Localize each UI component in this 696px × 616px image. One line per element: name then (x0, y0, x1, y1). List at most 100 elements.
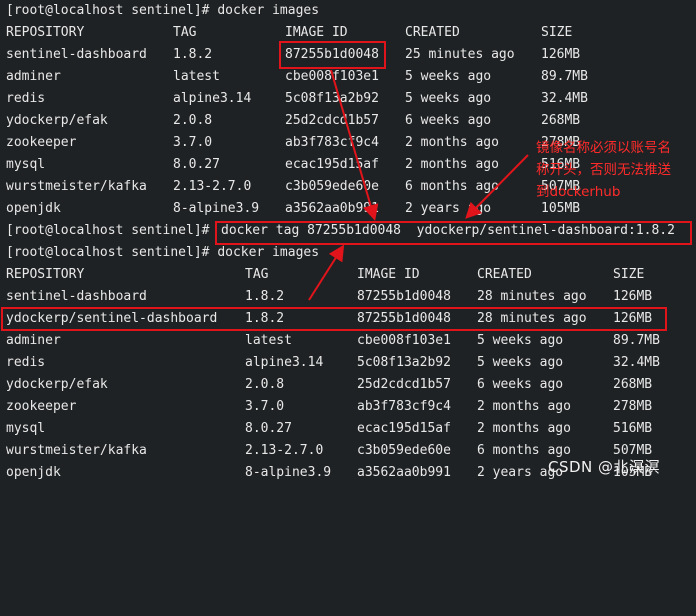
tag-cell: 8-alpine3.9 (173, 201, 260, 216)
created-cell: 2 months ago (405, 135, 499, 150)
size-cell: 32.4MB (613, 355, 660, 370)
table-row: redis alpine3.14 5c08f13a2b92 5 weeks ag… (0, 88, 588, 110)
created-cell: 6 weeks ago (405, 113, 492, 128)
tag-cell: 3.7.0 (173, 135, 213, 150)
image-id-cell: a3562aa0b991 (357, 465, 451, 480)
repository-cell: openjdk (6, 201, 61, 216)
image-id-cell: ab3f783cf9c4 (357, 399, 451, 414)
created-cell: 5 weeks ago (477, 355, 564, 370)
repository-cell: ydockerp/efak (6, 377, 108, 392)
repository-cell: redis (6, 355, 46, 370)
prompt-prefix: [root@localhost sentinel]# (6, 223, 218, 238)
tag-cell: alpine3.14 (245, 355, 324, 370)
table-row: redis alpine3.14 5c08f13a2b92 5 weeks ag… (0, 352, 660, 374)
image-id-cell: 87255b1d0048 (357, 289, 451, 304)
prompt-line-2: [root@localhost sentinel]# docker tag 87… (0, 220, 675, 242)
created-cell: 5 weeks ago (405, 69, 492, 84)
table-row: sentinel-dashboard 1.8.2 87255b1d0048 25… (0, 44, 580, 66)
image-id-cell: c3b059ede60e (285, 179, 379, 194)
prompt-line-3: [root@localhost sentinel]# docker images (6, 245, 320, 260)
image-id-cell: ecac195d15af (285, 157, 379, 172)
size-cell: 89.7MB (613, 333, 660, 348)
table1-header-tag: TAG (173, 25, 197, 40)
size-cell: 268MB (541, 113, 581, 128)
created-cell: 2 months ago (477, 421, 571, 436)
created-cell: 6 months ago (405, 179, 499, 194)
tag-cell: 2.0.8 (245, 377, 285, 392)
created-cell: 2 months ago (477, 399, 571, 414)
repository-cell: zookeeper (6, 135, 77, 150)
table-row: wurstmeister/kafka 2.13-2.7.0 c3b059ede6… (0, 440, 652, 462)
table2-header-size: SIZE (613, 267, 645, 282)
image-id-cell: c3b059ede60e (357, 443, 451, 458)
image-id-cell: 25d2cdcd1b57 (285, 113, 379, 128)
image-id-cell: cbe008f103e1 (357, 333, 451, 348)
tag-cell: alpine3.14 (173, 91, 252, 106)
created-cell: 5 weeks ago (477, 333, 564, 348)
table-row: openjdk 8-alpine3.9 a3562aa0b991 2 years… (0, 198, 580, 220)
tag-cell: latest (173, 69, 220, 84)
table1-header-repository: REPOSITORY (6, 25, 85, 40)
repository-cell: sentinel-dashboard (6, 289, 147, 304)
table-row: mysql 8.0.27 ecac195d15af 2 months ago 5… (0, 154, 580, 176)
tag-cell: 2.13-2.7.0 (245, 443, 324, 458)
size-cell: 126MB (613, 289, 653, 304)
repository-cell: openjdk (6, 465, 61, 480)
repository-cell: sentinel-dashboard (6, 47, 147, 62)
image-id-cell: ab3f783cf9c4 (285, 135, 379, 150)
image-id-cell: a3562aa0b991 (285, 201, 379, 216)
tag-command-highlight-box (215, 221, 692, 245)
table1-header-size: SIZE (541, 25, 573, 40)
repository-cell: adminer (6, 69, 61, 84)
table-row: adminer latest cbe008f103e1 5 weeks ago … (0, 330, 660, 352)
repository-cell: ydockerp/efak (6, 113, 108, 128)
prompt-line-1: [root@localhost sentinel]# docker images (6, 3, 320, 18)
size-cell: 32.4MB (541, 91, 588, 106)
size-cell: 516MB (613, 421, 653, 436)
image-id-cell: ecac195d15af (357, 421, 451, 436)
tag-cell: latest (245, 333, 292, 348)
image-id-highlight-box (279, 41, 386, 69)
table-row: zookeeper 3.7.0 ab3f783cf9c4 2 months ag… (0, 132, 580, 154)
tag-cell: 1.8.2 (245, 289, 285, 304)
repository-cell: wurstmeister/kafka (6, 443, 147, 458)
image-id-cell: 5c08f13a2b92 (357, 355, 451, 370)
table2-header-tag: TAG (245, 267, 269, 282)
table-row: ydockerp/efak 2.0.8 25d2cdcd1b57 6 weeks… (0, 374, 652, 396)
created-cell: 25 minutes ago (405, 47, 515, 62)
repository-cell: mysql (6, 421, 46, 436)
table2-header-repository: REPOSITORY (6, 267, 85, 282)
tag-cell: 2.13-2.7.0 (173, 179, 252, 194)
created-cell: 2 years ago (405, 201, 492, 216)
size-cell: 89.7MB (541, 69, 588, 84)
tag-cell: 8-alpine3.9 (245, 465, 332, 480)
table-row: wurstmeister/kafka 2.13-2.7.0 c3b059ede6… (0, 176, 580, 198)
created-cell: 2 months ago (405, 157, 499, 172)
table-row: adminer latest cbe008f103e1 5 weeks ago … (0, 66, 588, 88)
image-id-cell: 5c08f13a2b92 (285, 91, 379, 106)
table-row: sentinel-dashboard 1.8.2 87255b1d0048 28… (0, 286, 652, 308)
table-row: mysql 8.0.27 ecac195d15af 2 months ago 5… (0, 418, 652, 440)
created-cell: 28 minutes ago (477, 289, 587, 304)
size-cell: 278MB (613, 399, 653, 414)
tag-cell: 1.8.2 (173, 47, 213, 62)
table-row: openjdk 8-alpine3.9 a3562aa0b991 2 years… (0, 462, 652, 484)
tag-cell: 2.0.8 (173, 113, 213, 128)
table-row: ydockerp/efak 2.0.8 25d2cdcd1b57 6 weeks… (0, 110, 580, 132)
new-image-highlight-box (1, 307, 667, 331)
repository-cell: adminer (6, 333, 61, 348)
table2-header-row: REPOSITORY TAG IMAGE ID CREATED SIZE (0, 264, 644, 286)
tag-cell: 8.0.27 (245, 421, 292, 436)
csdn-watermark: CSDN @北溟溟 (548, 458, 661, 476)
created-cell: 5 weeks ago (405, 91, 492, 106)
image-id-cell: 25d2cdcd1b57 (357, 377, 451, 392)
tag-cell: 8.0.27 (173, 157, 220, 172)
image-id-cell: cbe008f103e1 (285, 69, 379, 84)
table1-header-created: CREATED (405, 25, 460, 40)
created-cell: 6 weeks ago (477, 377, 564, 392)
tag-cell: 3.7.0 (245, 399, 285, 414)
size-cell: 126MB (541, 47, 581, 62)
repository-cell: wurstmeister/kafka (6, 179, 147, 194)
repository-cell: redis (6, 91, 46, 106)
repository-cell: zookeeper (6, 399, 77, 414)
